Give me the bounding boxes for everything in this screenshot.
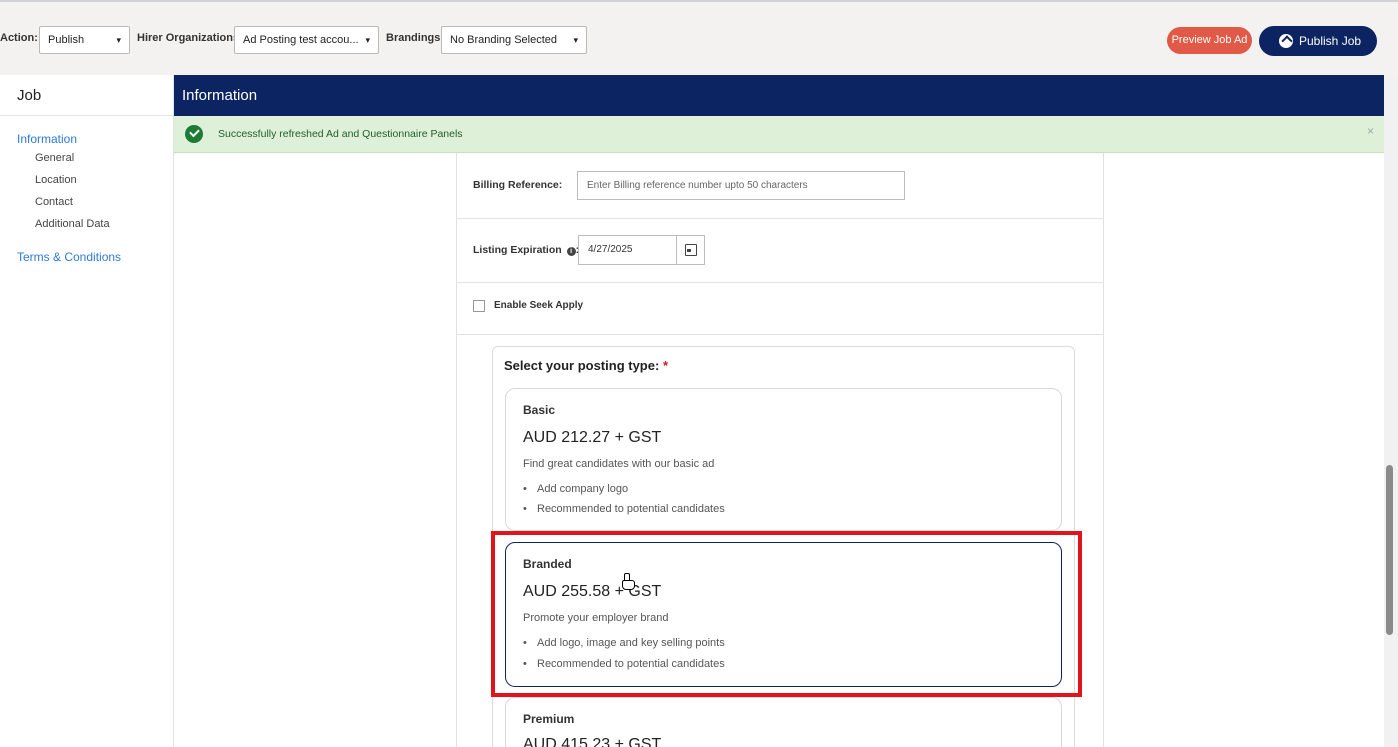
success-alert: Successfully refreshed Ad and Questionna… [174, 116, 1384, 153]
sidebar-title: Job [0, 75, 173, 116]
sidebar: Job [0, 75, 174, 747]
posting-type-card-basic[interactable]: Basic AUD 212.27 + GST Find great candid… [505, 388, 1062, 531]
hirer-organizations-select[interactable]: Ad Posting test accou... ▾ [234, 26, 379, 54]
action-select-value: Publish [48, 34, 85, 46]
sidebar-item-terms-conditions[interactable]: Terms & Conditions [17, 250, 121, 264]
listing-expiration-text: Listing Expiration [473, 244, 562, 256]
calendar-icon[interactable] [676, 236, 704, 264]
info-icon[interactable]: i [566, 247, 576, 256]
selection-highlight [491, 531, 1082, 697]
alert-message: Successfully refreshed Ad and Questionna… [218, 128, 463, 140]
scrollbar-track[interactable] [1384, 75, 1398, 747]
chevron-down-icon: ▾ [365, 35, 370, 45]
chevron-down-icon: ▾ [116, 35, 121, 45]
card-bullet-text: Recommended to potential candidates [537, 503, 725, 515]
sidebar-item-location[interactable]: Location [35, 174, 77, 186]
top-toolbar: Action: Publish ▾ Hirer Organizations: A… [0, 0, 1398, 75]
sidebar-item-contact[interactable]: Contact [35, 196, 73, 208]
card-bullet-text: Add company logo [537, 483, 629, 495]
posting-type-card-premium[interactable]: Premium AUD 415.23 + GST [505, 697, 1062, 747]
hand-cursor-icon [622, 573, 635, 590]
brandings-value: No Branding Selected [450, 34, 558, 46]
card-name: Premium [523, 712, 575, 726]
listing-expiration-label: Listing Expiration i: [473, 244, 579, 256]
preview-job-ad-button[interactable]: Preview Job Ad [1167, 27, 1252, 54]
card-price: AUD 212.27 + GST [523, 429, 662, 446]
brandings-label: Brandings: [386, 32, 445, 44]
scrollbar-thumb[interactable] [1386, 465, 1393, 635]
card-bullet: • Recommended to potential candidates [523, 503, 725, 515]
listing-expiration-value: 4/27/2025 [588, 244, 633, 255]
listing-expiration-date-field[interactable]: 4/27/2025 [578, 235, 705, 265]
hirer-organizations-label: Hirer Organizations: [137, 32, 243, 44]
divider [456, 334, 1104, 335]
publish-job-button[interactable]: Publish Job [1259, 26, 1377, 56]
publish-job-label: Publish Job [1299, 34, 1362, 48]
divider [456, 218, 1104, 219]
card-description: Find great candidates with our basic ad [523, 458, 715, 470]
chevron-down-icon: ▾ [573, 35, 578, 45]
enable-seek-apply-label: Enable Seek Apply [494, 300, 584, 311]
send-icon [1279, 34, 1293, 48]
brandings-select[interactable]: No Branding Selected ▾ [441, 26, 587, 54]
close-icon[interactable]: × [1367, 124, 1374, 138]
posting-type-text: Select your posting type: [504, 358, 660, 373]
card-bullet: • Add company logo [523, 483, 629, 495]
sidebar-item-general[interactable]: General [35, 152, 74, 164]
card-price: AUD 415.23 + GST [523, 736, 662, 747]
enable-seek-apply-checkbox[interactable] [473, 300, 485, 312]
page-title: Information [174, 75, 1384, 116]
hirer-organizations-value: Ad Posting test accou... [243, 34, 359, 46]
sidebar-item-additional-data[interactable]: Additional Data [35, 218, 110, 230]
action-select[interactable]: Publish ▾ [39, 26, 130, 54]
divider [456, 282, 1104, 283]
card-name: Basic [523, 403, 556, 417]
sidebar-item-information[interactable]: Information [17, 132, 77, 146]
action-label: Action: [0, 32, 38, 44]
check-circle-icon [185, 125, 203, 143]
billing-reference-input[interactable]: Enter Billing reference number upto 50 c… [577, 171, 905, 200]
required-mark: * [662, 358, 668, 373]
posting-type-label: Select your posting type: * [504, 358, 668, 373]
billing-reference-label: Billing Reference: [473, 179, 563, 191]
